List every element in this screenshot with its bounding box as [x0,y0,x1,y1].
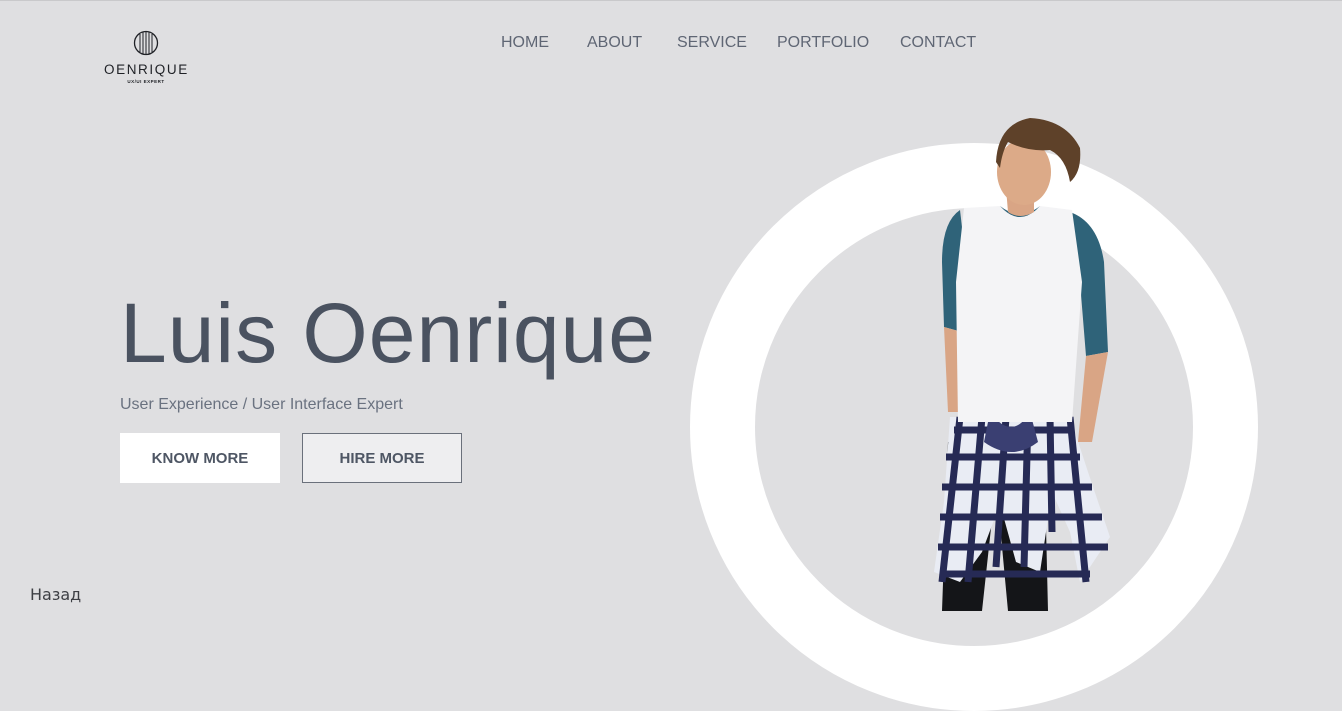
site-logo[interactable]: OENRIQUE UX/UI EXPERT [104,30,188,84]
hero-subtitle: User Experience / User Interface Expert [120,396,403,413]
nav-item-portfolio[interactable]: PORTFOLIO [777,34,869,52]
hero-person-image [934,118,1110,611]
logo-tagline: UX/UI EXPERT [127,79,165,84]
back-link[interactable]: Назад [30,585,81,604]
nav-item-service[interactable]: SERVICE [677,34,747,52]
nav-item-about[interactable]: ABOUT [587,34,642,52]
hire-more-button[interactable]: HIRE MORE [302,433,462,483]
top-border [0,0,1342,1]
nav-item-home[interactable]: HOME [501,34,549,52]
nav-item-contact[interactable]: CONTACT [900,34,976,52]
logo-name: OENRIQUE [104,62,189,77]
striped-circle-logo-icon [133,30,159,56]
hero-title: Luis Oenrique [120,286,656,380]
know-more-button[interactable]: KNOW MORE [120,433,280,483]
